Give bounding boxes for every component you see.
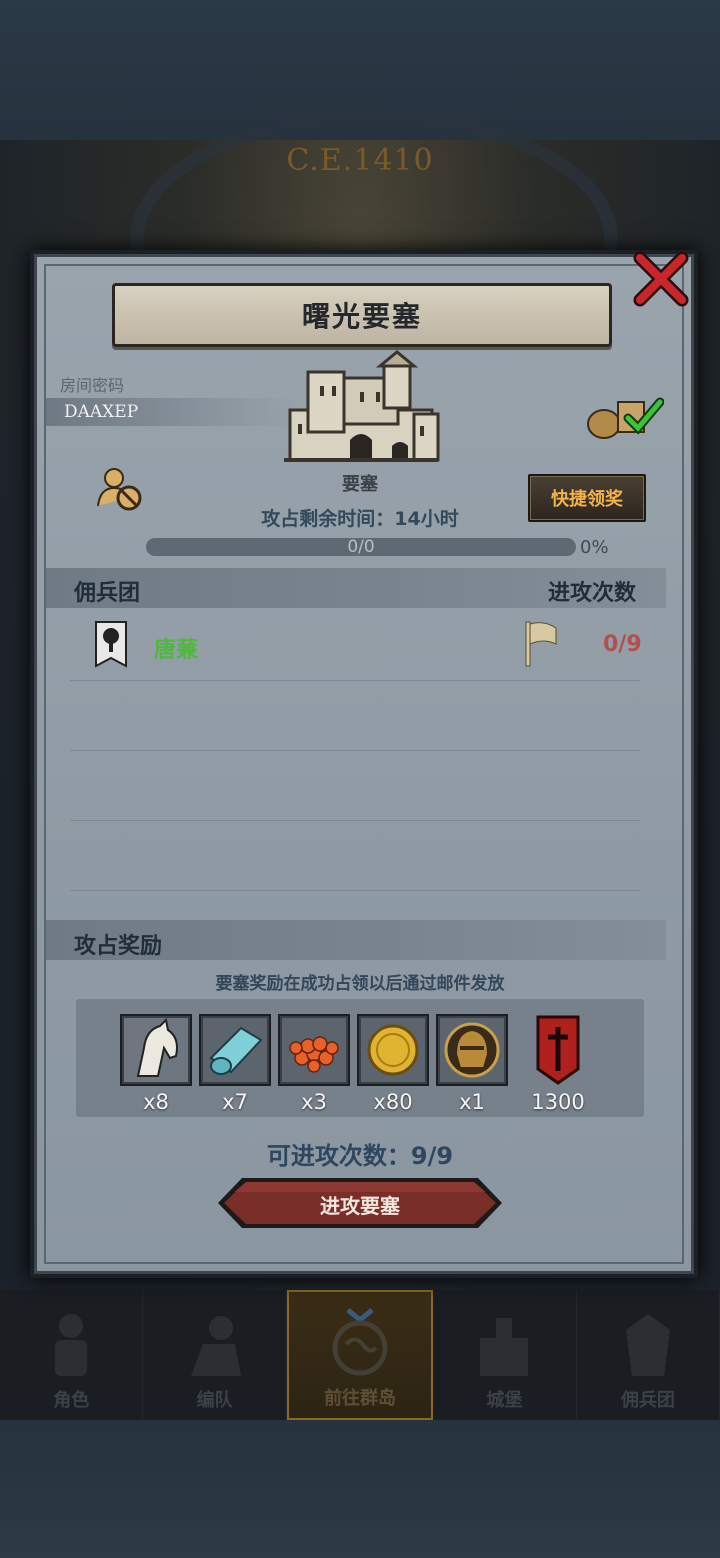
title-banner: 曙光要塞 [112, 283, 612, 347]
knight-icon [55, 1314, 88, 1376]
row-divider [70, 750, 640, 751]
close-icon[interactable] [632, 250, 690, 308]
reward-qty: x8 [143, 1090, 169, 1114]
reward-slot [120, 1014, 192, 1086]
guild-name[interactable]: 唐蒹 [154, 632, 198, 664]
room-password-label: 房间密码 [60, 376, 125, 395]
reward-collected-icon[interactable] [584, 392, 664, 440]
reward-slot [357, 1014, 429, 1086]
nav-item-castle[interactable]: 城堡 [433, 1290, 577, 1420]
reward-qty: x1 [459, 1090, 485, 1114]
guild-attack-count: 0/9 [603, 632, 642, 657]
dialog-title: 曙光要塞 [301, 300, 422, 333]
mercenary-header: 佣兵团 [74, 581, 141, 606]
horse-icon [124, 1018, 188, 1082]
nav-item-character[interactable]: 角色 [0, 1290, 144, 1420]
reward-slot [522, 1014, 594, 1086]
attacks-available: 可进攻次数：9/9 [266, 1142, 454, 1170]
row-divider [70, 890, 640, 891]
rewards-header: 攻占奖励 [74, 934, 163, 959]
reward-item[interactable]: 1300 [522, 1014, 594, 1114]
reward-qty: 1300 [531, 1090, 585, 1114]
nav-item-squad[interactable]: 编队 [143, 1290, 287, 1420]
fortress-icon [284, 350, 440, 462]
castle-icon [480, 1318, 529, 1376]
reward-item[interactable]: x1 [436, 1014, 508, 1114]
attack-count-header: 进攻次数 [548, 581, 637, 606]
banner-icon [536, 1015, 580, 1085]
reward-item[interactable]: x7 [199, 1014, 271, 1114]
reward-qty: x3 [301, 1090, 327, 1114]
mercenary-icon [625, 1314, 670, 1376]
helmet-icon [440, 1018, 504, 1082]
fortress-label: 要塞 [342, 474, 378, 495]
row-divider [70, 680, 640, 681]
flag-icon [525, 621, 557, 667]
row-divider [70, 820, 640, 821]
reward-qty: x80 [373, 1090, 413, 1114]
globe-icon [332, 1308, 388, 1376]
nav-label: 城堡 [486, 1390, 523, 1411]
capture-time-remaining: 攻占剩余时间：14小时 [261, 508, 459, 530]
reward-item[interactable]: x8 [120, 1014, 192, 1114]
reward-note: 要塞奖励在成功占领以后通过邮件发放 [215, 974, 505, 994]
gold-coin-icon [361, 1018, 425, 1082]
cloth-icon [203, 1018, 267, 1082]
reward-slot [278, 1014, 350, 1086]
reward-item[interactable]: x80 [357, 1014, 429, 1114]
nav-label: 编队 [196, 1390, 233, 1411]
reward-slot [199, 1014, 271, 1086]
progress-count: 0/0 [347, 537, 375, 557]
room-code[interactable]: DAAXEP [64, 402, 138, 422]
nav-item-mercenary[interactable]: 佣兵团 [577, 1290, 720, 1420]
orange-pellets-icon [282, 1018, 346, 1082]
nav-item-islands[interactable]: 前往群岛 [286, 1290, 434, 1420]
reward-qty: x7 [222, 1090, 248, 1114]
nav-label: 角色 [53, 1390, 90, 1411]
bottom-backdrop [0, 1420, 720, 1558]
guild-tree-badge-icon [95, 621, 127, 668]
reward-slot [436, 1014, 508, 1086]
era-label: C.E.1410 [286, 143, 434, 178]
squad-icon [190, 1316, 241, 1376]
reward-item[interactable]: x3 [278, 1014, 350, 1114]
nav-label: 佣兵团 [620, 1390, 675, 1411]
progress-percent: 0% [580, 537, 609, 558]
bottom-nav: 角色 编队 前往群岛 城堡 佣兵团 [0, 1290, 720, 1420]
nav-label: 前往群岛 [324, 1388, 397, 1409]
attack-fortress-label: 进攻要塞 [320, 1194, 400, 1218]
